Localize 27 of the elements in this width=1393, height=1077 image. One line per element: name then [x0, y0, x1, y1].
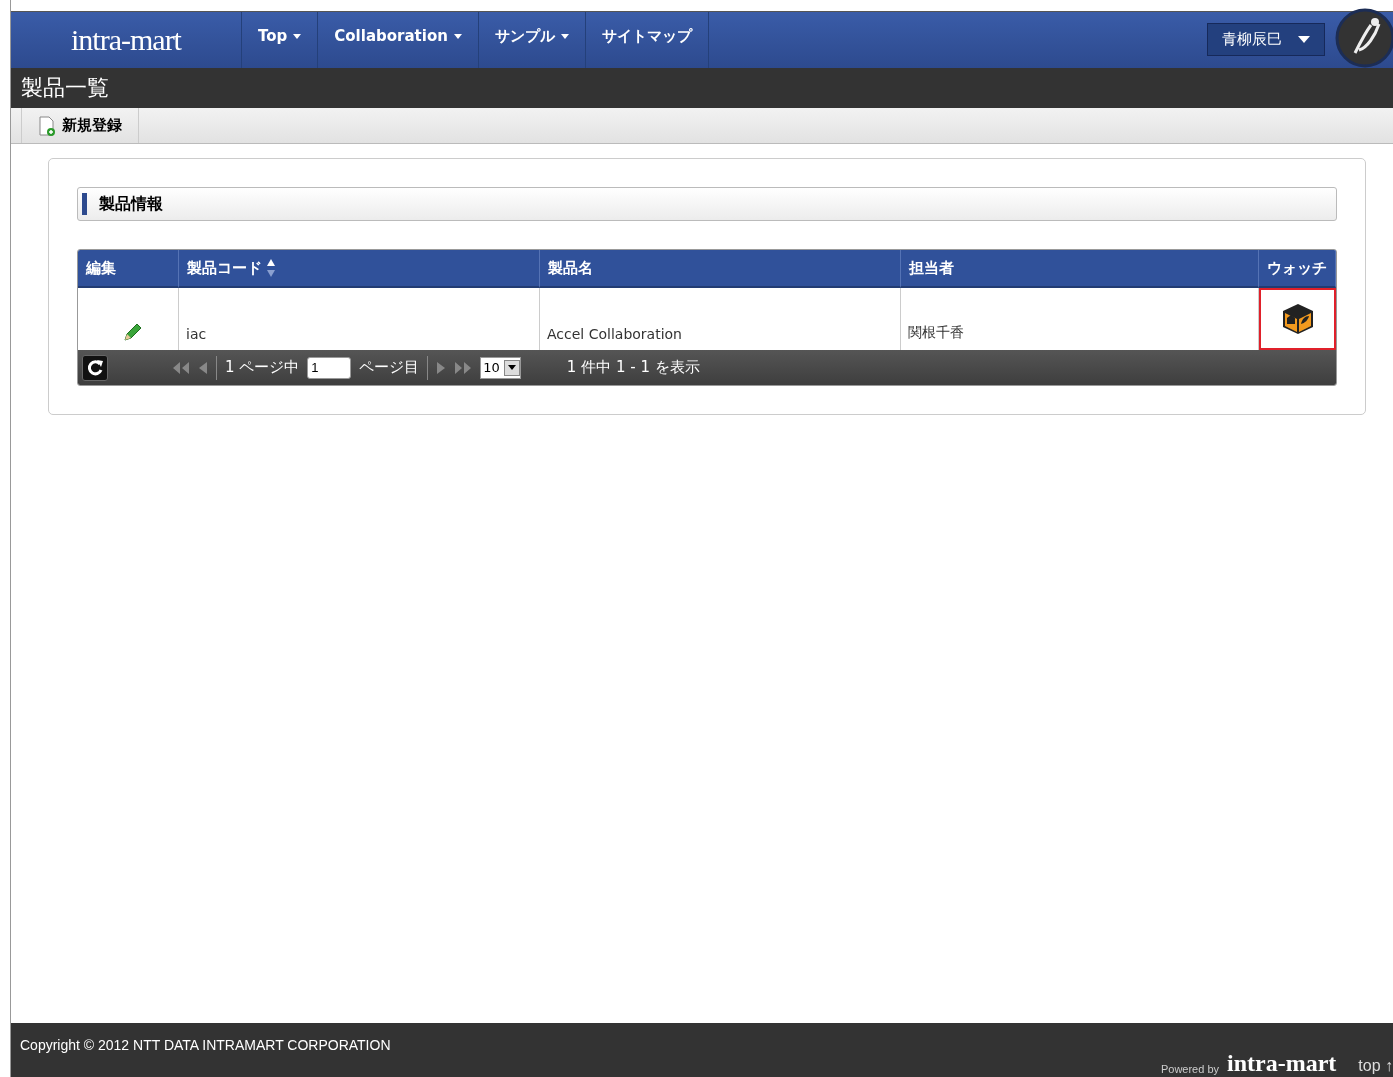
user-menu[interactable]: 青柳辰巳 — [1207, 22, 1325, 56]
i-logo-icon[interactable] — [1335, 8, 1393, 68]
page-count-label: 1 ページ中 — [225, 358, 300, 377]
page-input[interactable]: 1 — [307, 356, 352, 379]
page-suffix-label: ページ目 — [359, 358, 420, 377]
new-button[interactable]: 新規登録 — [21, 108, 139, 143]
column-header[interactable]: 担当者 — [901, 250, 1259, 288]
copyright-text: Copyright © 2012 NTT DATA INTRAMART CORPORATION — [20, 1037, 391, 1055]
caret-icon — [507, 365, 516, 370]
refresh-button[interactable] — [82, 354, 108, 381]
watch-cell[interactable] — [1259, 288, 1336, 350]
record-summary: 1 件中 1 - 1 を表示 — [566, 358, 700, 377]
intra-mart-logo: intra-mart — [1227, 1051, 1337, 1075]
column-header[interactable]: ウォッチ — [1259, 250, 1336, 288]
sort-icon[interactable] — [266, 258, 276, 278]
page-size-select[interactable]: 10 — [480, 356, 521, 379]
refresh-icon — [86, 358, 104, 377]
column-header[interactable]: 製品コード — [179, 250, 540, 288]
top-link[interactable]: top ↑ — [1358, 1057, 1393, 1075]
section-title: 製品情報 — [99, 193, 163, 215]
new-document-icon — [38, 115, 56, 136]
cube-icon — [1280, 302, 1315, 336]
accent-bar — [82, 193, 87, 215]
powered-by-text: Powered by — [1160, 1063, 1219, 1075]
caret-icon — [1298, 35, 1310, 43]
column-header[interactable]: 製品名 — [540, 250, 901, 288]
column-header[interactable]: 編集 — [78, 250, 179, 288]
